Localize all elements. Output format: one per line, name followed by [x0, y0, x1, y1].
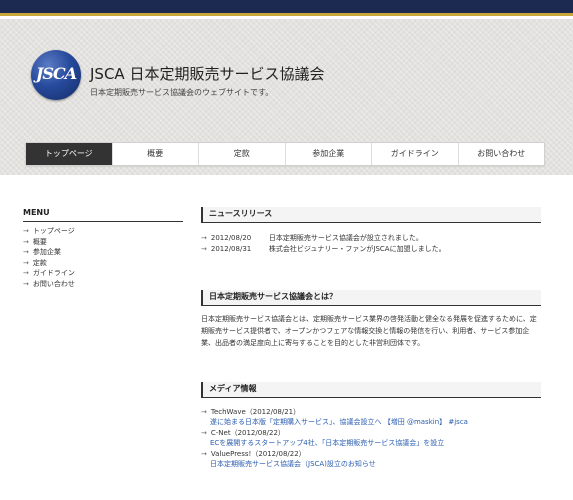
media-source: TechWave（2012/08/21） — [210, 408, 301, 416]
about-text: 日本定期販売サービス協議会とは、定期販売サービス業界の啓発活動と健全なる発展を促… — [201, 315, 537, 347]
global-nav: トップページ 概要 定款 参加企業 ガイドライン お問い合わせ — [25, 142, 545, 166]
sidebar-item-label: 定款 — [32, 258, 47, 267]
media-list: → TechWave（2012/08/21） 遂に始まる日本版「定期購入サービス」、… — [201, 407, 468, 470]
arrow-icon: → — [23, 227, 29, 235]
news-item: → 2012/08/31 株式会社ビジュナリー・ファンがJSCAに加盟しました。 — [201, 244, 446, 255]
news-item: → 2012/08/20 日本定期販売サービス協議会が設立されました。 — [201, 233, 446, 244]
arrow-icon: → — [201, 408, 207, 416]
sidebar-item-guideline[interactable]: → ガイドライン — [23, 268, 183, 279]
news-text: 日本定期販売サービス協議会が設立されました。 — [268, 234, 423, 242]
media-item: → TechWave（2012/08/21） 遂に始まる日本版「定期購入サービス」、… — [201, 407, 468, 427]
nav-item-overview[interactable]: 概要 — [111, 143, 199, 165]
news-list: → 2012/08/20 日本定期販売サービス協議会が設立されました。 → 2012/… — [201, 233, 446, 255]
arrow-icon: → — [23, 269, 29, 277]
sidebar-item-label: ガイドライン — [32, 269, 75, 277]
sidebar-item-contact[interactable]: → お問い合わせ — [23, 279, 183, 290]
site-title[interactable]: JSCA 日本定期販売サービス協議会 — [90, 63, 324, 84]
news-heading: ニュースリリース — [201, 207, 541, 223]
media-item: → ValuePress!（2012/08/22） 日本定期販売サービス協議会（JS… — [201, 449, 468, 469]
sidebar-item-label: お問い合わせ — [32, 279, 75, 288]
arrow-icon: → — [201, 245, 207, 253]
arrow-icon: → — [23, 258, 29, 267]
news-text: 株式会社ビジュナリー・ファンがJSCAに加盟しました。 — [268, 245, 446, 253]
sidebar-heading: MENU — [23, 208, 183, 222]
media-item: → C-Net（2012/08/22） ECを展開するスタートアップ4社、「日本定期… — [201, 428, 468, 448]
sidebar-menu: → トップページ → 概要 → 参加企業 → 定款 → ガイドライン → お問い合わせ — [23, 226, 183, 289]
sidebar: MENU → トップページ → 概要 → 参加企業 → 定款 → ガイドライン → お問い合… — [23, 208, 183, 289]
media-heading: メディア情報 — [201, 382, 541, 398]
site-description: 日本定期販売サービス協議会のウェブサイトです。 — [90, 88, 274, 97]
about-heading: 日本定期販売サービス協議会とは？ — [201, 290, 541, 306]
media-link[interactable]: ECを展開するスタートアップ4社、「日本定期販売サービス協議会」を設立 — [201, 438, 468, 448]
arrow-icon: → — [201, 429, 207, 437]
media-source: ValuePress!（2012/08/22） — [210, 450, 306, 458]
media-link[interactable]: 遂に始まる日本版「定期購入サービス」、協議会設立へ 【増田 @maskin】 #… — [201, 417, 468, 427]
nav-item-members[interactable]: 参加企業 — [284, 143, 372, 165]
arrow-icon: → — [23, 237, 29, 246]
media-source: C-Net（2012/08/22） — [210, 429, 285, 437]
arrow-icon: → — [23, 248, 29, 256]
nav-item-guideline[interactable]: ガイドライン — [371, 143, 458, 165]
logo-text: JSCA — [35, 64, 77, 83]
sidebar-item-top[interactable]: → トップページ — [23, 226, 183, 237]
top-bar — [0, 0, 573, 16]
news-date: 2012/08/20 — [210, 234, 252, 242]
arrow-icon: → — [201, 450, 207, 458]
arrow-icon: → — [23, 279, 29, 288]
sidebar-item-members[interactable]: → 参加企業 — [23, 247, 183, 258]
sidebar-item-overview[interactable]: → 概要 — [23, 237, 183, 248]
sidebar-item-bylaws[interactable]: → 定款 — [23, 258, 183, 269]
nav-item-contact[interactable]: お問い合わせ — [457, 143, 545, 165]
sidebar-item-label: 参加企業 — [32, 248, 61, 256]
nav-item-top[interactable]: トップページ — [26, 143, 112, 165]
sidebar-item-label: トップページ — [32, 227, 75, 235]
news-date: 2012/08/31 — [210, 245, 252, 253]
nav-item-bylaws[interactable]: 定款 — [198, 143, 285, 165]
arrow-icon: → — [201, 234, 207, 242]
jsca-logo[interactable]: JSCA — [31, 50, 81, 100]
media-link[interactable]: 日本定期販売サービス協議会（JSCA)設立のお知らせ — [201, 459, 468, 469]
sidebar-item-label: 概要 — [32, 237, 47, 246]
